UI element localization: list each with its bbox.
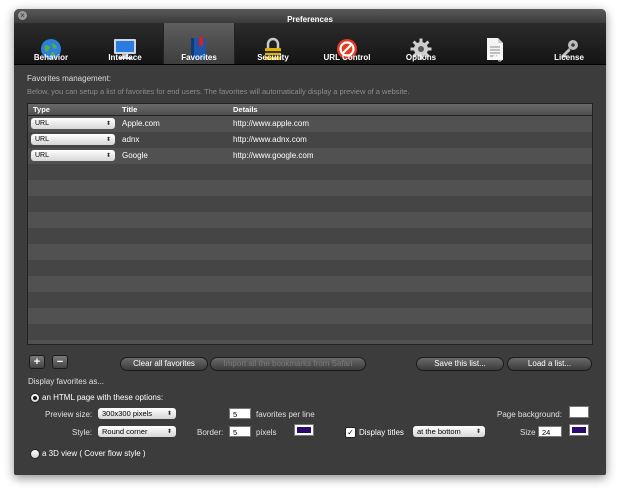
window-title: Preferences	[287, 15, 333, 24]
table-header: Type Title Details	[28, 104, 592, 116]
tab-options[interactable]: Options	[385, 23, 457, 64]
tab-security[interactable]: Security	[237, 23, 309, 64]
empty-row	[28, 340, 592, 344]
section-title: Favorites management:	[27, 74, 112, 83]
empty-row	[28, 260, 592, 276]
color-swatch	[297, 427, 311, 433]
table-body: URL ⬍ Apple.com http://www.apple.com URL ⬍…	[28, 116, 592, 344]
border-color-well[interactable]	[294, 424, 314, 436]
page-background-color-well[interactable]	[569, 406, 589, 418]
tab-label: Favorites	[181, 53, 217, 62]
type-select[interactable]: URL ⬍	[31, 150, 115, 161]
type-select[interactable]: URL ⬍	[31, 118, 115, 129]
titles-position-value: at the bottom	[417, 427, 461, 436]
table-row[interactable]: URL ⬍ Google http://www.google.com	[28, 148, 592, 164]
display-titles-label: Display titles	[359, 428, 404, 437]
clear-all-favorites-button[interactable]: Clear all favorites	[120, 357, 208, 371]
color-swatch	[572, 409, 586, 415]
type-value: URL	[35, 120, 50, 127]
favorite-details[interactable]: http://www.adnx.com	[233, 135, 307, 144]
display-titles-checkbox[interactable]: ✓	[345, 427, 356, 438]
preview-size-label: Preview size:	[45, 410, 93, 419]
favorites-pane: Favorites management: Below, you can set…	[14, 65, 606, 475]
tab-log[interactable]: Log	[459, 23, 531, 64]
empty-row	[28, 276, 592, 292]
section-description: Below, you can setup a list of favorites…	[27, 87, 410, 96]
tab-label: License	[554, 53, 584, 62]
tab-behavior[interactable]: Behavior	[15, 23, 87, 64]
empty-row	[28, 324, 592, 340]
tab-favorites[interactable]: Favorites	[163, 23, 235, 64]
favorite-title[interactable]: Apple.com	[122, 119, 160, 128]
style-select[interactable]: Round corner ⬍	[98, 426, 176, 437]
type-value: URL	[35, 136, 50, 143]
border-label: Border:	[197, 428, 224, 437]
style-label: Style:	[72, 428, 93, 437]
favorites-per-line-field[interactable]: 5	[229, 408, 251, 419]
page-background-label: Page background:	[497, 410, 562, 419]
favorite-details[interactable]: http://www.apple.com	[233, 119, 309, 128]
titles-position-select[interactable]: at the bottom ⬍	[413, 426, 485, 437]
tab-interface[interactable]: Interface	[89, 23, 161, 64]
favorite-details[interactable]: http://www.google.com	[233, 151, 313, 160]
close-button[interactable]: ×	[18, 11, 27, 20]
updown-arrows-icon: ⬍	[166, 429, 172, 435]
title-bar: × Preferences	[14, 9, 606, 24]
favorites-table[interactable]: Type Title Details URL ⬍ Apple.com http:/…	[27, 103, 593, 345]
style-value: Round corner	[102, 427, 148, 436]
color-swatch	[572, 427, 586, 433]
updown-arrows-icon: ⬍	[105, 121, 111, 127]
table-row[interactable]: URL ⬍ Apple.com http://www.apple.com	[28, 116, 592, 132]
favorite-title[interactable]: Google	[122, 151, 148, 160]
tab-label: Interface	[108, 53, 142, 62]
empty-row	[28, 244, 592, 260]
title-color-well[interactable]	[569, 424, 589, 436]
updown-arrows-icon: ⬍	[166, 411, 172, 417]
html-page-option-label: an HTML page with these options:	[42, 393, 164, 402]
updown-arrows-icon: ⬍	[105, 153, 111, 159]
load-list-button[interactable]: Load a list...	[507, 357, 592, 371]
empty-row	[28, 308, 592, 324]
cover-flow-radio[interactable]	[30, 449, 40, 459]
column-header-type[interactable]: Type	[33, 105, 50, 114]
empty-row	[28, 180, 592, 196]
empty-row	[28, 212, 592, 228]
preferences-window: × Preferences Behavior Interface Favorit…	[14, 9, 606, 475]
column-header-title[interactable]: Title	[122, 105, 137, 114]
empty-row	[28, 164, 592, 180]
tab-label: Behavior	[33, 53, 69, 62]
table-row[interactable]: URL ⬍ adnx http://www.adnx.com	[28, 132, 592, 148]
empty-row	[28, 292, 592, 308]
display-heading: Display favorites as...	[28, 377, 105, 386]
tab-label: Log	[487, 53, 503, 62]
tab-label: URL Control	[323, 53, 371, 62]
tab-label: Security	[257, 53, 289, 62]
preferences-toolbar: Behavior Interface Favorites Security UR…	[14, 23, 606, 65]
border-width-field[interactable]: 5	[229, 426, 251, 437]
empty-row	[28, 228, 592, 244]
title-size-field[interactable]: 24	[538, 426, 562, 437]
favorite-title[interactable]: adnx	[122, 135, 139, 144]
tab-license[interactable]: License	[533, 23, 605, 64]
updown-arrows-icon: ⬍	[475, 429, 481, 435]
preview-size-value: 300x300 pixels	[102, 409, 153, 418]
import-safari-bookmarks-button[interactable]: Import all the bookmarks from Safari	[210, 357, 366, 371]
column-header-details[interactable]: Details	[233, 105, 258, 114]
type-select[interactable]: URL ⬍	[31, 134, 115, 145]
updown-arrows-icon: ⬍	[105, 137, 111, 143]
save-list-button[interactable]: Save this list...	[416, 357, 504, 371]
empty-row	[28, 196, 592, 212]
tab-label: Options	[405, 53, 437, 62]
add-favorite-button[interactable]: +	[29, 355, 45, 369]
cover-flow-option-label: a 3D view ( Cover flow style )	[42, 449, 146, 458]
favorites-per-line-label: favorites per line	[256, 410, 315, 419]
html-page-radio[interactable]	[30, 393, 40, 403]
type-value: URL	[35, 152, 50, 159]
remove-favorite-button[interactable]: −	[52, 355, 68, 369]
pixels-label: pixels	[256, 428, 277, 437]
size-label: Size	[520, 428, 536, 437]
tab-url-control[interactable]: URL Control	[311, 23, 383, 64]
preview-size-select[interactable]: 300x300 pixels ⬍	[98, 408, 176, 419]
